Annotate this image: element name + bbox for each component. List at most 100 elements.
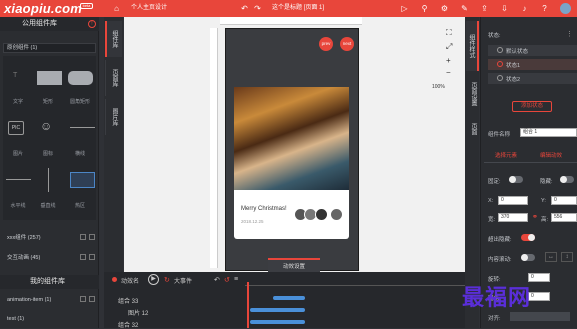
vertical-line-label: 垂直线	[40, 203, 56, 209]
timeline-layer[interactable]: 组合 33	[118, 296, 138, 305]
tab-page[interactable]: 页面	[466, 117, 479, 141]
horizontal-line-label: 水平线	[10, 203, 26, 209]
next-button[interactable]: next	[340, 37, 354, 51]
avatar	[315, 208, 328, 221]
logo[interactable]: xiaopiu.com	[4, 1, 82, 16]
x-input[interactable]: 0	[498, 196, 528, 205]
radius-input[interactable]: 0	[528, 292, 550, 301]
fit-icon[interactable]: ⤢	[446, 42, 452, 52]
tab-select-element[interactable]: 选择元素	[495, 151, 517, 159]
lock-ratio-icon[interactable]: ⚭	[532, 213, 538, 221]
rectangle-label: 矩形	[42, 99, 53, 105]
prev-button[interactable]: prev	[319, 37, 333, 51]
card-title: Merry Christmas!	[241, 206, 287, 212]
category-select[interactable]: 原创组件 (1)	[3, 43, 96, 53]
help-icon[interactable]: ?	[540, 4, 549, 13]
height-input[interactable]: 556	[551, 213, 577, 222]
card-image[interactable]	[234, 87, 349, 190]
tab-page-library[interactable]: 页面库	[105, 60, 122, 96]
my-library-row[interactable]: test (1)	[3, 314, 96, 324]
image-component-icon[interactable]: PIC	[8, 121, 24, 135]
download-icon[interactable]: ⇩	[500, 4, 509, 13]
rounded-rectangle-label: 圆角矩形	[69, 99, 90, 105]
help-icon[interactable]: !	[88, 20, 96, 28]
share-icon[interactable]: ⇪	[480, 4, 489, 13]
project-name[interactable]: 个人主页设计	[131, 4, 167, 13]
animation-bar[interactable]	[250, 308, 305, 312]
loop-icon[interactable]: ↺	[224, 276, 230, 284]
card-date: 2018.12.25	[241, 219, 264, 224]
align-label: 对齐:	[488, 316, 501, 322]
state-name: 状态2	[506, 77, 521, 83]
hidden-label: 隐藏:	[540, 179, 553, 185]
settings-icon[interactable]	[89, 254, 95, 260]
external-link-icon[interactable]	[80, 254, 86, 260]
state-radio[interactable]	[497, 61, 503, 67]
undo-icon[interactable]: ↶	[240, 4, 249, 13]
overflow-hidden-label: 超出隐藏:	[488, 237, 512, 243]
component-name-input[interactable]: 组合 1	[520, 128, 577, 137]
y-label: Y:	[541, 198, 546, 204]
external-link-icon[interactable]	[80, 234, 86, 240]
line-component[interactable]	[70, 127, 95, 128]
height-label: 高:	[541, 217, 549, 223]
content-scroll-toggle[interactable]	[521, 254, 535, 261]
zoom-level: 100%	[432, 84, 445, 90]
icon-component-icon[interactable]: ☺	[40, 119, 52, 133]
tab-edit-animation[interactable]: 编辑动效	[540, 151, 562, 159]
vertical-ruler	[210, 28, 218, 268]
settings-icon[interactable]	[89, 296, 95, 302]
external-link-icon[interactable]	[80, 296, 86, 302]
settings-icon[interactable]	[89, 234, 95, 240]
animation-bar[interactable]	[250, 320, 305, 324]
animation-bar[interactable]	[273, 296, 305, 300]
rounded-rectangle-component[interactable]	[68, 71, 93, 85]
tab-page-settings[interactable]: 页面设置	[466, 74, 479, 114]
play-icon[interactable]: ▶	[148, 274, 159, 285]
comment-icon[interactable]: ✎	[460, 4, 469, 13]
rectangle-component[interactable]	[37, 71, 62, 85]
horizontal-line-component[interactable]	[6, 179, 31, 180]
fullscreen-icon[interactable]: ⛶	[446, 28, 452, 38]
vertical-line-component[interactable]	[48, 168, 49, 192]
timeline-toggle[interactable]: 动效设置	[268, 258, 320, 272]
bell-icon[interactable]: ♪	[520, 4, 529, 13]
zoom-in-icon[interactable]: +	[446, 56, 451, 65]
add-state-button[interactable]: 添加状态	[512, 101, 552, 112]
fixed-toggle[interactable]	[509, 176, 523, 183]
fixed-label: 固定:	[488, 179, 501, 185]
overflow-hidden-toggle[interactable]	[521, 234, 535, 241]
width-input[interactable]: 370	[498, 213, 528, 222]
time-ruler	[245, 285, 465, 286]
y-input[interactable]: 0	[551, 196, 577, 205]
scroll-y-icon[interactable]: ↕	[561, 252, 573, 262]
rotation-input[interactable]: 0	[528, 273, 550, 282]
settings-icon[interactable]: ⚙	[440, 4, 449, 13]
home-icon[interactable]: ⌂	[112, 4, 121, 13]
scroll-x-icon[interactable]: ↔	[545, 252, 557, 262]
tab-component-library[interactable]: 组件库	[105, 21, 122, 57]
record-icon[interactable]	[112, 277, 117, 282]
avatar[interactable]	[560, 3, 571, 14]
state-radio[interactable]	[497, 47, 503, 53]
undo-icon[interactable]: ↶	[214, 276, 220, 284]
playhead[interactable]	[247, 282, 249, 328]
horizontal-ruler	[220, 17, 362, 25]
link-icon[interactable]: ⚲	[420, 4, 429, 13]
timeline-layer[interactable]: 图片 12	[128, 308, 148, 317]
state-radio[interactable]	[497, 75, 503, 81]
hotspot-component[interactable]	[70, 172, 95, 188]
menu-icon[interactable]: ≡	[234, 276, 238, 283]
zoom-out-icon[interactable]: −	[446, 68, 451, 77]
document-title: 这个是标题 [页面 1]	[272, 5, 325, 11]
tab-image-library[interactable]: 图片库	[105, 99, 122, 135]
hidden-toggle[interactable]	[560, 176, 574, 183]
width-label: 宽:	[488, 217, 496, 223]
play-icon[interactable]: ▷	[400, 4, 409, 13]
tab-component-style[interactable]: 组件样式	[466, 21, 479, 71]
loop-icon[interactable]: ↻	[164, 276, 170, 284]
redo-icon[interactable]: ↷	[253, 4, 262, 13]
text-component-icon[interactable]: T	[13, 72, 17, 79]
more-icon[interactable]: ⋮	[566, 30, 573, 38]
align-toolbar[interactable]	[510, 312, 570, 321]
